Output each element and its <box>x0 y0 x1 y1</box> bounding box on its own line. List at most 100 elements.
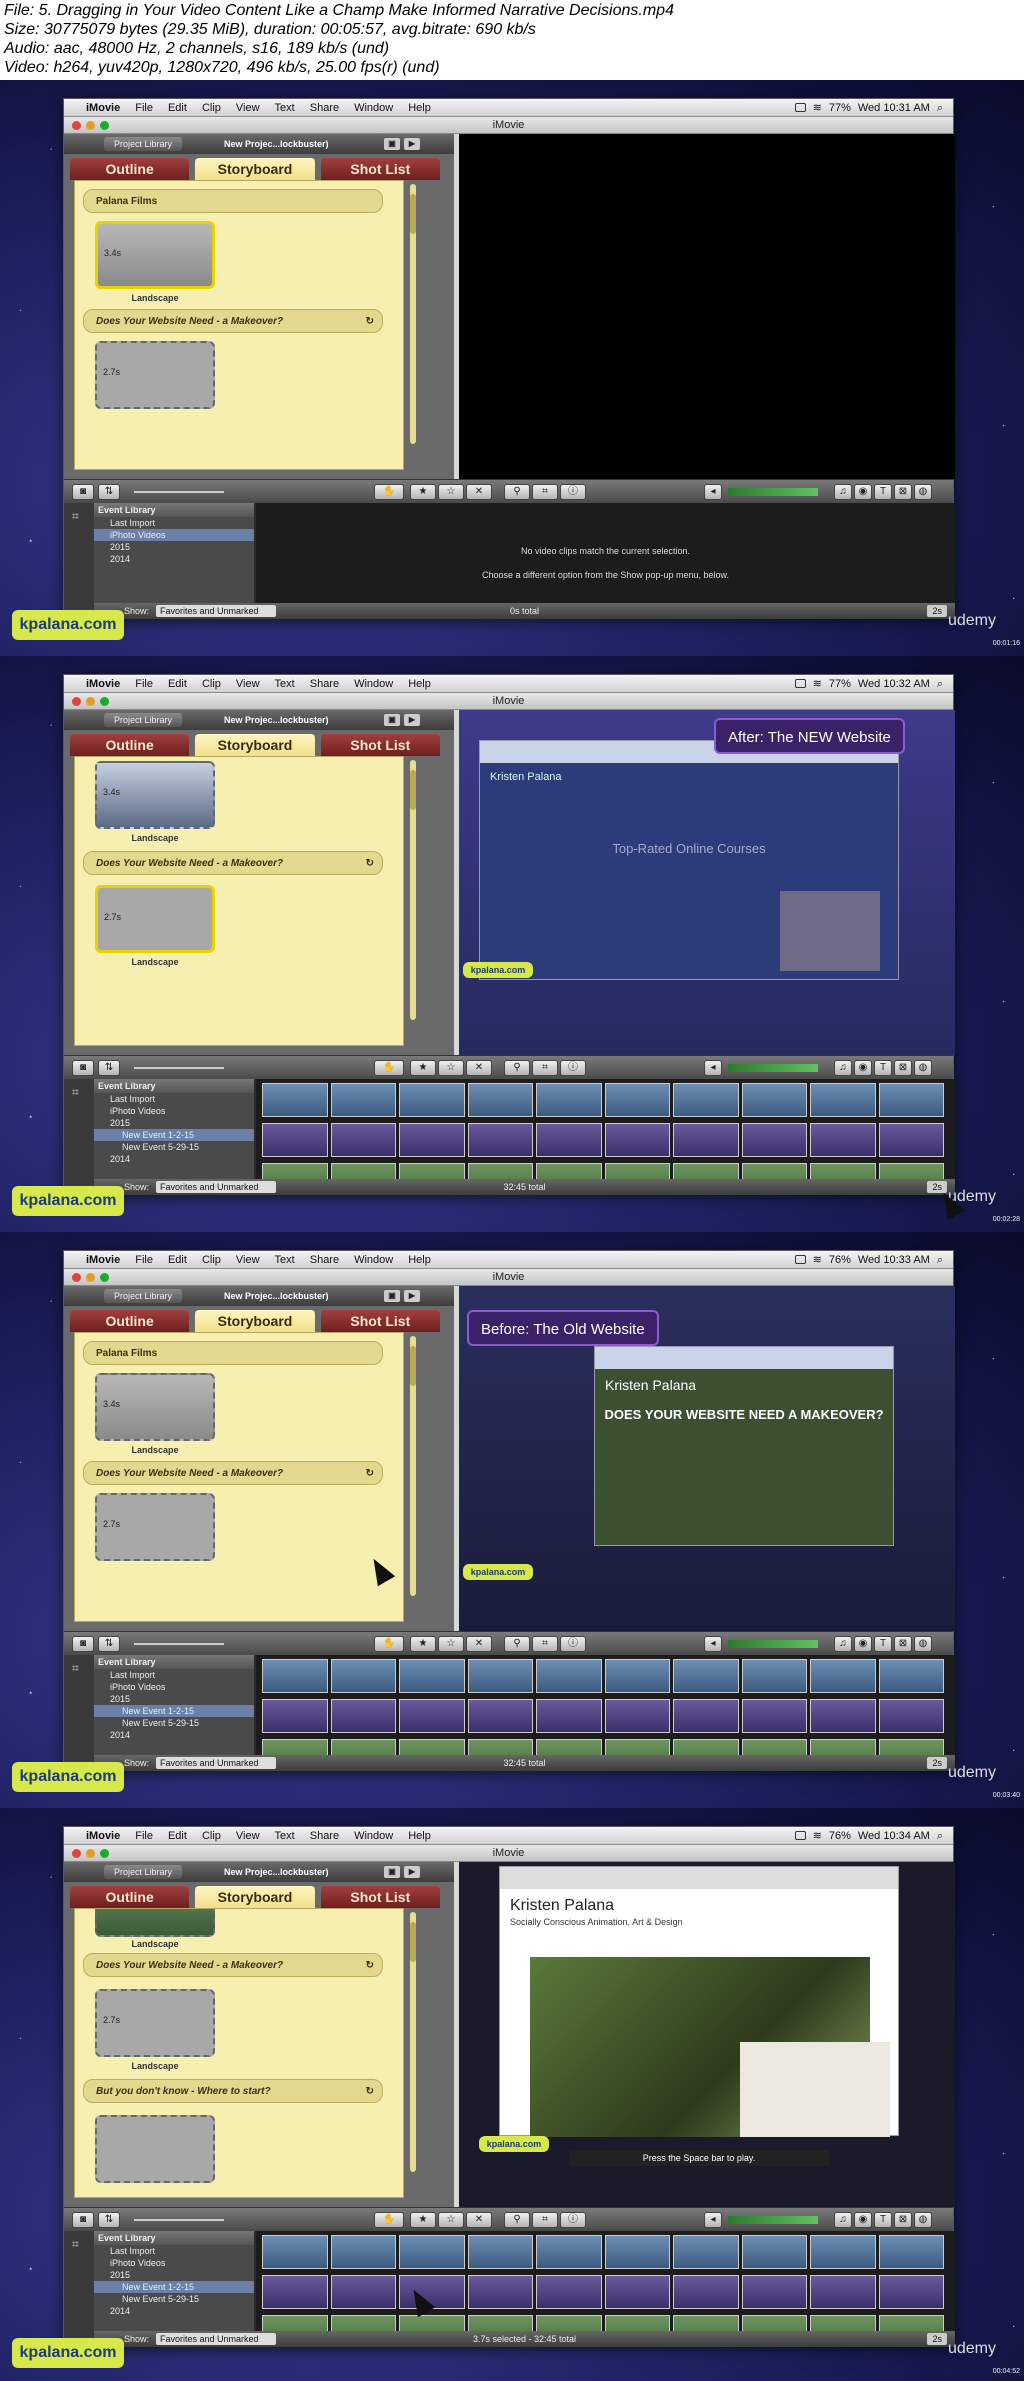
keyword-icon[interactable]: ⚲ <box>504 1060 530 1076</box>
info-icon[interactable]: ⓘ <box>560 1636 586 1652</box>
close-icon[interactable] <box>72 121 81 130</box>
menu-clip[interactable]: Clip <box>202 99 221 117</box>
crop-icon[interactable]: ⌗ <box>532 1636 558 1652</box>
storyboard-clip[interactable]: 2.7s <box>95 885 215 953</box>
menu-file[interactable]: File <box>135 675 153 693</box>
favorite-icon[interactable]: ★ <box>410 2212 436 2228</box>
photo-icon[interactable]: ◉ <box>854 484 872 500</box>
tab-outline[interactable]: Outline <box>70 1886 190 1908</box>
storyboard-clip[interactable]: 2.7s <box>95 341 215 409</box>
menu-text[interactable]: Text <box>275 1827 295 1845</box>
title-icon[interactable]: T <box>874 1060 892 1076</box>
close-icon[interactable] <box>72 1273 81 1282</box>
info-icon[interactable]: ⓘ <box>560 2212 586 2228</box>
iphoto-videos-item[interactable]: iPhoto Videos <box>94 529 254 541</box>
wifi-icon[interactable]: ≋ <box>813 1251 822 1269</box>
rotate-icon[interactable]: ↻ <box>366 852 374 876</box>
battery-percent[interactable]: 77% <box>829 675 851 693</box>
display-icon[interactable] <box>794 679 806 688</box>
storyboard-clip[interactable]: 3.4s <box>95 221 215 289</box>
menu-text[interactable]: Text <box>275 99 295 117</box>
tab-outline[interactable]: Outline <box>70 158 190 180</box>
play-fullscreen-icon[interactable]: ▣ <box>384 138 400 150</box>
event-item[interactable]: New Event 1-2-15 <box>94 2281 254 2293</box>
music-icon[interactable]: ♫ <box>834 1636 852 1652</box>
title-caption[interactable]: But you don't know - Where to start? ↻ <box>83 2079 383 2103</box>
transition-icon[interactable]: ⊠ <box>894 1060 912 1076</box>
storyboard-clip[interactable] <box>95 1909 215 1937</box>
photo-icon[interactable]: ◉ <box>854 2212 872 2228</box>
wifi-icon[interactable]: ≋ <box>813 675 822 693</box>
camera-icon[interactable]: ◙ <box>72 1060 94 1076</box>
hand-tool-icon[interactable]: ✋ <box>374 484 404 500</box>
crop-icon[interactable]: ⌗ <box>532 2212 558 2228</box>
event-browser[interactable] <box>256 2231 955 2331</box>
event-browser[interactable] <box>256 1079 955 1179</box>
storyboard-scrollbar[interactable] <box>410 184 416 444</box>
event-browser[interactable]: No video clips match the current selecti… <box>256 503 955 603</box>
event-item[interactable]: New Event 5-29-15 <box>94 1141 254 1153</box>
clock[interactable]: Wed 10:33 AM <box>858 1251 930 1269</box>
play-icon[interactable]: ▶ <box>404 1866 420 1878</box>
title-icon[interactable]: T <box>874 1636 892 1652</box>
year-2014-item[interactable]: 2014 <box>94 2305 254 2317</box>
show-filter-select[interactable]: Favorites and Unmarked <box>156 1181 276 1193</box>
minimize-icon[interactable] <box>86 1849 95 1858</box>
zoom-icon[interactable] <box>100 697 109 706</box>
iphoto-videos-item[interactable]: iPhoto Videos <box>94 1105 254 1117</box>
hand-tool-icon[interactable]: ✋ <box>374 2212 404 2228</box>
last-import-item[interactable]: Last Import <box>94 1093 254 1105</box>
storyboard-clip[interactable]: 3.4s <box>95 1373 215 1441</box>
menu-share[interactable]: Share <box>310 99 339 117</box>
menu-share[interactable]: Share <box>310 675 339 693</box>
storyboard-scrollbar[interactable] <box>410 1336 416 1596</box>
title-icon[interactable]: T <box>874 484 892 500</box>
tab-outline[interactable]: Outline <box>70 734 190 756</box>
storyboard-clip[interactable]: 2.7s <box>95 1493 215 1561</box>
menu-help[interactable]: Help <box>408 1251 431 1269</box>
menu-window[interactable]: Window <box>354 675 393 693</box>
unmark-icon[interactable]: ☆ <box>438 1636 464 1652</box>
viewer[interactable]: Kristen Palana Socially Conscious Animat… <box>459 1862 955 2207</box>
search-icon[interactable]: ⌕ <box>937 675 943 693</box>
menu-view[interactable]: View <box>236 1827 260 1845</box>
play-icon[interactable]: ▶ <box>404 1290 420 1302</box>
photo-icon[interactable]: ◉ <box>854 1636 872 1652</box>
audio-icon[interactable]: ◂ <box>704 484 722 500</box>
hand-tool-icon[interactable]: ✋ <box>374 1060 404 1076</box>
event-item[interactable]: New Event 5-29-15 <box>94 1717 254 1729</box>
storyboard-clip[interactable]: 3.4s <box>95 761 215 829</box>
crop-icon[interactable]: ⌗ <box>532 484 558 500</box>
show-filter-select[interactable]: Favorites and Unmarked <box>156 605 276 617</box>
rotate-icon[interactable]: ↻ <box>366 1954 374 1978</box>
tab-shot-list[interactable]: Shot List <box>320 158 440 180</box>
close-icon[interactable] <box>72 1849 81 1858</box>
viewer[interactable]: Kristen Palana DOES YOUR WEBSITE NEED A … <box>459 1286 955 1631</box>
event-browser[interactable] <box>256 1655 955 1755</box>
crop-tool-icon[interactable]: ⌗ <box>64 1079 94 1106</box>
event-item[interactable]: New Event 1-2-15 <box>94 1705 254 1717</box>
display-icon[interactable] <box>794 1831 806 1840</box>
map-icon[interactable]: ◍ <box>914 484 932 500</box>
menu-window[interactable]: Window <box>354 1251 393 1269</box>
menu-help[interactable]: Help <box>408 675 431 693</box>
crop-tool-icon[interactable]: ⌗ <box>64 2231 94 2258</box>
menu-view[interactable]: View <box>236 99 260 117</box>
tab-storyboard[interactable]: Storyboard <box>195 1310 315 1332</box>
info-icon[interactable]: ⓘ <box>560 1060 586 1076</box>
menu-window[interactable]: Window <box>354 1827 393 1845</box>
transition-icon[interactable]: ⊠ <box>894 484 912 500</box>
wifi-icon[interactable]: ≋ <box>813 1827 822 1845</box>
tab-shot-list[interactable]: Shot List <box>320 1886 440 1908</box>
search-icon[interactable]: ⌕ <box>937 1827 943 1845</box>
crop-tool-icon[interactable]: ⌗ <box>64 503 94 530</box>
thumbnail-slider[interactable] <box>134 1067 224 1069</box>
menu-clip[interactable]: Clip <box>202 1251 221 1269</box>
battery-percent[interactable]: 77% <box>829 99 851 117</box>
clock[interactable]: Wed 10:31 AM <box>858 99 930 117</box>
event-clip-strip[interactable] <box>262 1659 944 1693</box>
year-2014-item[interactable]: 2014 <box>94 553 254 565</box>
menu-edit[interactable]: Edit <box>168 675 187 693</box>
minimize-icon[interactable] <box>86 697 95 706</box>
unmark-icon[interactable]: ☆ <box>438 484 464 500</box>
